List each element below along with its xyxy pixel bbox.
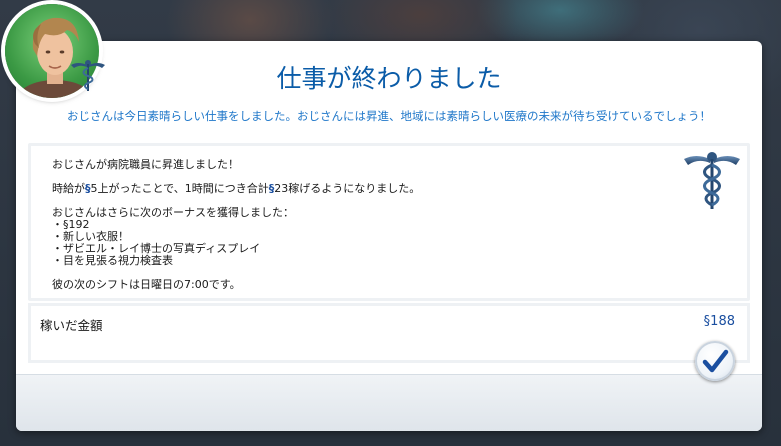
career-badge-icon: [71, 60, 105, 91]
wage-suffix: 23稼げるようになりました。: [274, 182, 421, 195]
wage-prefix: 時給が: [52, 182, 85, 195]
promotion-text: おじさんが病院職員に昇進しました！: [52, 158, 239, 171]
next-shift-text: 彼の次のシフトは日曜日の7:00です。: [52, 278, 241, 291]
earnings-label: 稼いだ金額: [40, 318, 103, 333]
dialog-subtitle: おじさんは今日素晴らしい仕事をしました。おじさんには昇進、地域には素晴らしい医療…: [67, 109, 711, 123]
earnings-panel: 稼いだ金額 §188: [28, 303, 750, 363]
career-notification-dialog: 仕事が終わりました おじさんは今日素晴らしい仕事をしました。おじさんには昇進、地…: [16, 41, 762, 431]
earnings-value: §188: [703, 314, 735, 329]
bonus-item: ・目を見張る視力検査表: [52, 254, 173, 267]
dialog-title: 仕事が終わりました: [276, 64, 502, 93]
caduceus-icon: [684, 152, 740, 209]
wage-text: 時給が§5上がったことで、1時間につき合計§23稼げるようになりました。: [52, 180, 420, 196]
details-content: おじさんが病院職員に昇進しました！ 時給が§5上がったことで、1時間につき合計§…: [31, 146, 747, 298]
wage-mid: 5上がったことで、1時間につき合計: [90, 182, 269, 195]
confirm-button[interactable]: [695, 341, 735, 381]
earnings-content: 稼いだ金額 §188: [31, 306, 747, 360]
checkmark-icon: [702, 349, 729, 373]
details-panel: おじさんが病院職員に昇進しました！ 時給が§5上がったことで、1時間につき合計§…: [28, 143, 750, 301]
dialog-footer: [16, 374, 762, 431]
